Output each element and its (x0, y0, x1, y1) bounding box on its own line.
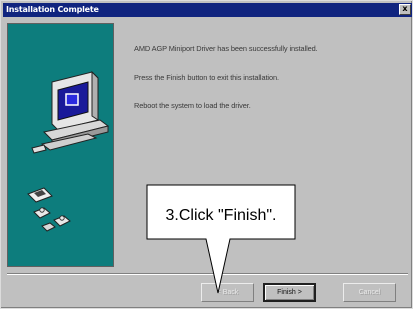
callout-balloon (146, 184, 296, 294)
callout-text: 3.Click "Finish". (165, 207, 277, 224)
